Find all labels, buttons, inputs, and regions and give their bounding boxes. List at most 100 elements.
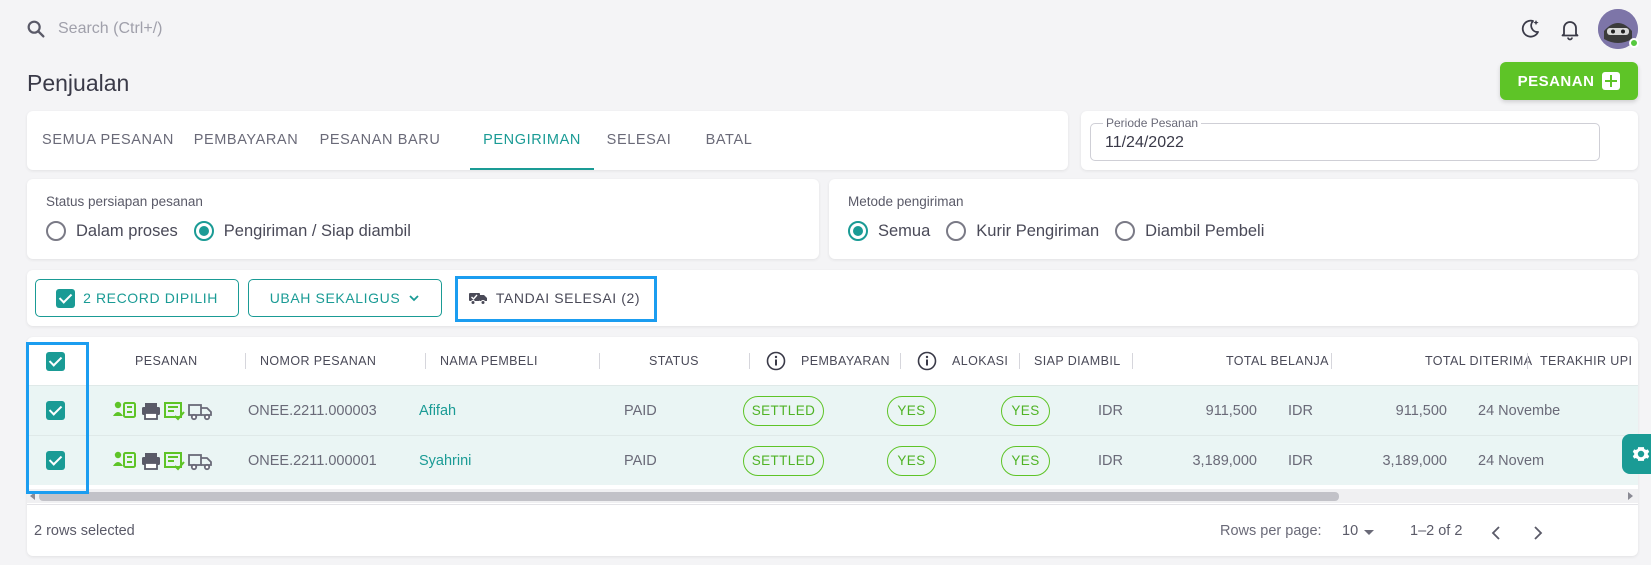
bulk-actions-bar: 2 RECORD DIPILIH UBAH SEKALIGUS TANDAI S… [27, 270, 1638, 326]
period-date-field[interactable]: Periode Pesanan 11/24/2022 [1090, 116, 1600, 161]
info-icon[interactable] [766, 351, 786, 371]
add-order-label: PESANAN [1517, 72, 1595, 90]
caret-down-icon[interactable] [1364, 530, 1374, 535]
orders-table: PESANAN NOMOR PESANAN NAMA PEMBELI STATU… [27, 337, 1638, 556]
user-money-icon [113, 401, 136, 418]
column-divider [599, 353, 600, 369]
total-amount: 911,500 [1205, 403, 1257, 419]
bulk-edit-button[interactable]: UBAH SEKALIGUS [248, 279, 442, 317]
buyer-name-link[interactable]: Syahrini [419, 436, 471, 486]
method-radio-group: Semua Kurir Pengiriman Diambil Pembeli [848, 221, 1280, 241]
list-check-icon [164, 402, 185, 421]
selected-records-label: 2 RECORD DIPILIH [83, 290, 218, 306]
radio-label-dalam-proses[interactable]: Dalam proses [76, 222, 178, 241]
avatar[interactable] [1598, 9, 1639, 49]
column-divider [425, 353, 426, 369]
column-divider [1132, 353, 1133, 369]
rows-per-page-label: Rows per page: [1220, 523, 1322, 539]
method-filter-card: Metode pengiriman Semua Kurir Pengiriman… [829, 179, 1638, 259]
column-divider [1019, 353, 1020, 369]
chevron-right-icon[interactable] [1527, 523, 1547, 543]
chevron-left-icon[interactable] [1487, 523, 1507, 543]
column-header-nomor-pesanan[interactable]: NOMOR PESANAN [260, 337, 376, 385]
bell-icon[interactable] [1558, 17, 1582, 41]
radio-semua[interactable] [848, 221, 868, 241]
received-amount: 3,189,000 [1382, 453, 1447, 469]
gear-icon [1632, 447, 1650, 461]
column-header-siap-diambil[interactable]: SIAP DIAMBIL [1034, 337, 1121, 385]
radio-diambil[interactable] [1115, 221, 1136, 241]
search-input[interactable] [58, 14, 458, 44]
moon-icon[interactable] [1518, 17, 1542, 41]
page-title: Penjualan [27, 70, 130, 96]
printer-icon [142, 403, 160, 420]
allocation-badge: YES [887, 396, 936, 426]
tab-batal[interactable]: BATAL [684, 111, 774, 170]
printer-icon [142, 453, 160, 470]
scroll-right-arrow-icon[interactable] [1628, 492, 1633, 500]
payment-status-badge: SETTLED [743, 396, 824, 426]
received-currency: IDR [1288, 403, 1313, 419]
column-header-status[interactable]: STATUS [649, 337, 699, 385]
allocation-badge: YES [887, 446, 936, 476]
radio-dalam-proses[interactable] [46, 221, 66, 241]
truck-icon [188, 404, 212, 421]
active-tab-indicator [470, 168, 594, 170]
search-icon[interactable] [25, 18, 47, 40]
column-header-alokasi[interactable]: ALOKASI [952, 337, 1008, 385]
tab-pesanan-baru[interactable]: PESANAN BARU [313, 111, 447, 170]
column-header-nama-pembeli[interactable]: NAMA PEMBELI [440, 337, 538, 385]
add-order-button[interactable]: PESANAN [1500, 62, 1638, 100]
received-currency: IDR [1288, 453, 1313, 469]
column-header-pesanan[interactable]: PESANAN [135, 337, 198, 385]
order-action-icons [113, 401, 212, 421]
radio-label-semua[interactable]: Semua [878, 222, 930, 241]
column-header-total-diterima[interactable]: TOTAL DITERIMA [1425, 337, 1532, 385]
last-update: 24 Novem [1478, 453, 1545, 469]
column-header-terakhir-update[interactable]: TERAKHIR UPI [1540, 337, 1632, 385]
highlight-mark-done [455, 276, 657, 322]
status-filter-card: Status persiapan pesanan Dalam proses Pe… [27, 179, 819, 259]
column-header-pembayaran[interactable]: PEMBAYARAN [801, 337, 890, 385]
order-number: ONEE.2211.000001 [248, 453, 377, 469]
column-divider [749, 353, 750, 369]
checkbox-checked-icon [56, 288, 76, 308]
pagination-range: 1–2 of 2 [1410, 523, 1463, 539]
total-amount: 3,189,000 [1192, 453, 1257, 469]
radio-kurir[interactable] [946, 221, 967, 241]
tab-pembayaran[interactable]: PEMBAYARAN [189, 111, 303, 170]
status-filter-title: Status persiapan pesanan [46, 194, 203, 209]
table-row[interactable]: ONEE.2211.000001 Syahrini PAID SETTLED Y… [27, 435, 1638, 485]
rows-selected-text: 2 rows selected [34, 523, 135, 539]
period-card: Periode Pesanan 11/24/2022 [1081, 111, 1638, 170]
tab-semua-pesanan[interactable]: SEMUA PESANAN [27, 111, 189, 170]
radio-label-diambil[interactable]: Diambil Pembeli [1145, 222, 1264, 241]
table-row[interactable]: ONEE.2211.000003 Afifah PAID SETTLED YES… [27, 385, 1638, 435]
highlight-checkbox-column [26, 342, 89, 494]
order-status: PAID [624, 453, 657, 469]
radio-label-kurir[interactable]: Kurir Pengiriman [976, 222, 1099, 241]
info-icon[interactable] [917, 351, 937, 371]
column-divider [1331, 353, 1332, 369]
tab-selesai[interactable]: SELESAI [594, 111, 684, 170]
radio-label-pengiriman-siap[interactable]: Pengiriman / Siap diambil [224, 222, 411, 241]
order-number: ONEE.2211.000003 [248, 403, 377, 419]
period-value: 11/24/2022 [1105, 134, 1184, 151]
method-filter-title: Metode pengiriman [848, 194, 964, 209]
period-label: Periode Pesanan [1103, 116, 1202, 130]
selected-records-button[interactable]: 2 RECORD DIPILIH [35, 279, 239, 317]
total-currency: IDR [1098, 403, 1123, 419]
column-header-total-belanja[interactable]: TOTAL BELANJA [1226, 337, 1329, 385]
radio-pengiriman-siap[interactable] [193, 221, 214, 241]
top-bar [0, 0, 1651, 58]
scrollbar-thumb[interactable] [39, 492, 1339, 501]
buyer-name-link[interactable]: Afifah [419, 386, 456, 436]
tab-pengiriman[interactable]: PENGIRIMAN [470, 111, 594, 170]
last-update: 24 Novembe [1478, 403, 1561, 419]
order-action-icons [113, 451, 212, 471]
bulk-edit-label: UBAH SEKALIGUS [269, 290, 401, 306]
user-money-icon [113, 451, 136, 468]
rows-per-page-select[interactable]: 10 [1342, 523, 1358, 539]
total-currency: IDR [1098, 453, 1123, 469]
settings-tab[interactable] [1622, 434, 1651, 474]
